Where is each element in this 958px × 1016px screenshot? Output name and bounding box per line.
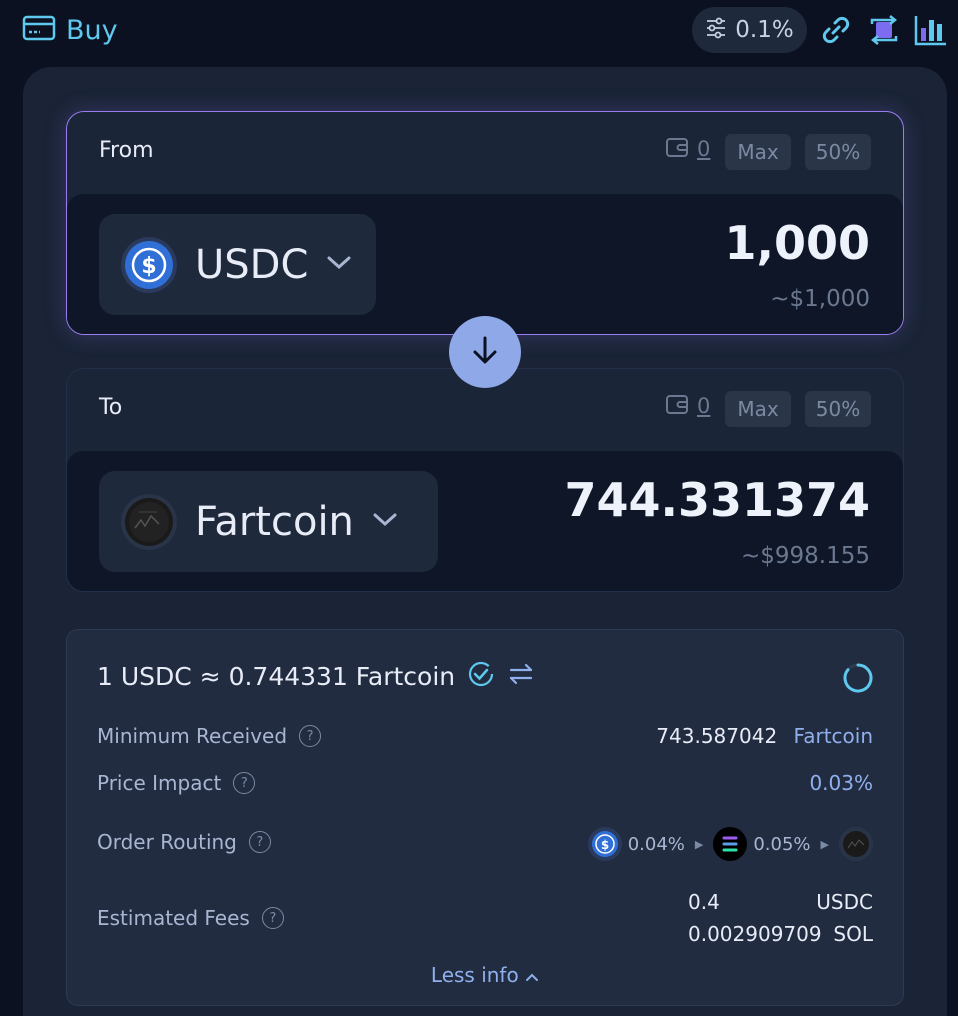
svg-text:$: $ bbox=[141, 254, 156, 279]
to-token-selector[interactable]: Fartcoin bbox=[99, 471, 438, 572]
help-icon[interactable]: ? bbox=[248, 831, 271, 853]
slippage-value: 0.1% bbox=[735, 17, 794, 43]
from-panel: From 0 Max 50% $ USDC 1,000 ~$1,000 bbox=[66, 111, 904, 335]
to-max-button[interactable]: Max bbox=[725, 391, 791, 427]
from-usd-value: ~$1,000 bbox=[770, 286, 870, 312]
order-routing-label: Order Routing bbox=[97, 830, 237, 854]
quote-details: 1 USDC ≈ 0.744331 Fartcoin Minimum Recei… bbox=[66, 629, 904, 1006]
slippage-button[interactable]: 0.1% bbox=[692, 7, 807, 53]
fee-1-unit: USDC bbox=[816, 890, 873, 914]
less-info-toggle[interactable]: Less info bbox=[67, 963, 903, 987]
exchange-rate: 1 USDC ≈ 0.744331 Fartcoin bbox=[97, 660, 535, 692]
fartcoin-icon bbox=[121, 493, 177, 550]
from-input-area: $ USDC 1,000 ~$1,000 bbox=[67, 194, 903, 334]
to-input-area: Fartcoin 744.331374 ~$998.155 bbox=[67, 451, 903, 591]
sliders-icon bbox=[705, 17, 727, 43]
from-token-name: USDC bbox=[195, 241, 309, 288]
to-token-name: Fartcoin bbox=[195, 498, 354, 545]
card-icon bbox=[22, 15, 56, 45]
from-half-button[interactable]: 50% bbox=[805, 134, 871, 170]
price-impact-value: 0.03% bbox=[809, 771, 873, 795]
chevron-down-icon bbox=[326, 255, 352, 275]
min-received-amount: 743.587042 bbox=[656, 724, 778, 748]
usdc-icon: $ bbox=[121, 236, 177, 293]
buy-button[interactable]: Buy bbox=[22, 12, 118, 48]
min-received-value: 743.587042 Fartcoin bbox=[656, 724, 873, 748]
wallet-icon bbox=[665, 393, 689, 419]
fee-2-unit: SOL bbox=[833, 922, 873, 946]
estimated-fees-row: Estimated Fees ? bbox=[97, 906, 284, 930]
svg-text:$: $ bbox=[601, 838, 609, 852]
to-balance-value: 0 bbox=[697, 394, 711, 418]
route-arrow-icon: ▶ bbox=[694, 837, 704, 851]
fartcoin-icon bbox=[839, 827, 873, 861]
help-icon[interactable]: ? bbox=[233, 772, 256, 794]
swap-rate-icon[interactable] bbox=[507, 660, 535, 692]
chart-icon[interactable] bbox=[914, 14, 946, 46]
top-bar: Buy 0.1% bbox=[0, 0, 958, 62]
sol-icon bbox=[713, 827, 748, 861]
from-balance[interactable]: 0 bbox=[665, 136, 710, 162]
min-received-label: Minimum Received bbox=[97, 724, 288, 748]
from-amount-input[interactable]: 1,000 bbox=[724, 216, 870, 270]
to-half-button[interactable]: 50% bbox=[805, 391, 871, 427]
route-pct-1: 0.04% bbox=[627, 833, 685, 855]
price-impact-row: Price Impact ? bbox=[97, 771, 256, 795]
from-token-selector[interactable]: $ USDC bbox=[99, 214, 376, 315]
switch-direction-button[interactable] bbox=[449, 316, 521, 388]
refresh-spinner-icon[interactable] bbox=[842, 662, 874, 694]
exchange-rate-text: 1 USDC ≈ 0.744331 Fartcoin bbox=[97, 661, 456, 691]
fee-2-amount: 0.002909709 bbox=[688, 922, 822, 946]
less-info-label: Less info bbox=[430, 963, 519, 987]
usdc-icon: $ bbox=[587, 827, 622, 861]
wallet-icon bbox=[665, 136, 689, 162]
verified-check-icon bbox=[467, 660, 495, 692]
min-received-token: Fartcoin bbox=[793, 724, 873, 748]
help-icon[interactable]: ? bbox=[299, 725, 322, 747]
route-arrow-icon: ▶ bbox=[820, 837, 829, 851]
to-balance[interactable]: 0 bbox=[665, 393, 710, 419]
from-max-button[interactable]: Max bbox=[725, 134, 791, 170]
chevron-up-icon bbox=[525, 963, 539, 987]
link-icon[interactable] bbox=[820, 14, 852, 46]
help-icon[interactable]: ? bbox=[261, 907, 284, 929]
to-amount-output: 744.331374 bbox=[564, 473, 870, 527]
chevron-down-icon bbox=[372, 512, 398, 532]
order-route: $ 0.04% ▶ 0.05% ▶ bbox=[587, 827, 873, 861]
order-routing-row: Order Routing ? bbox=[97, 830, 271, 854]
route-pct-2: 0.05% bbox=[753, 833, 811, 855]
to-label: To bbox=[99, 395, 123, 420]
to-panel: To 0 Max 50% Fartcoin 744.331374 ~$998.1… bbox=[66, 368, 904, 592]
price-impact-label: Price Impact bbox=[97, 771, 222, 795]
estimated-fees-label: Estimated Fees bbox=[97, 906, 250, 930]
min-received-row: Minimum Received ? bbox=[97, 724, 322, 748]
from-label: From bbox=[99, 138, 154, 163]
to-usd-value: ~$998.155 bbox=[740, 543, 870, 569]
fee-1-amount: 0.4 bbox=[688, 890, 720, 914]
arrow-down-icon bbox=[469, 334, 501, 370]
buy-label: Buy bbox=[66, 14, 118, 46]
swap-mode-icon[interactable] bbox=[868, 14, 900, 46]
from-balance-value: 0 bbox=[697, 137, 711, 161]
